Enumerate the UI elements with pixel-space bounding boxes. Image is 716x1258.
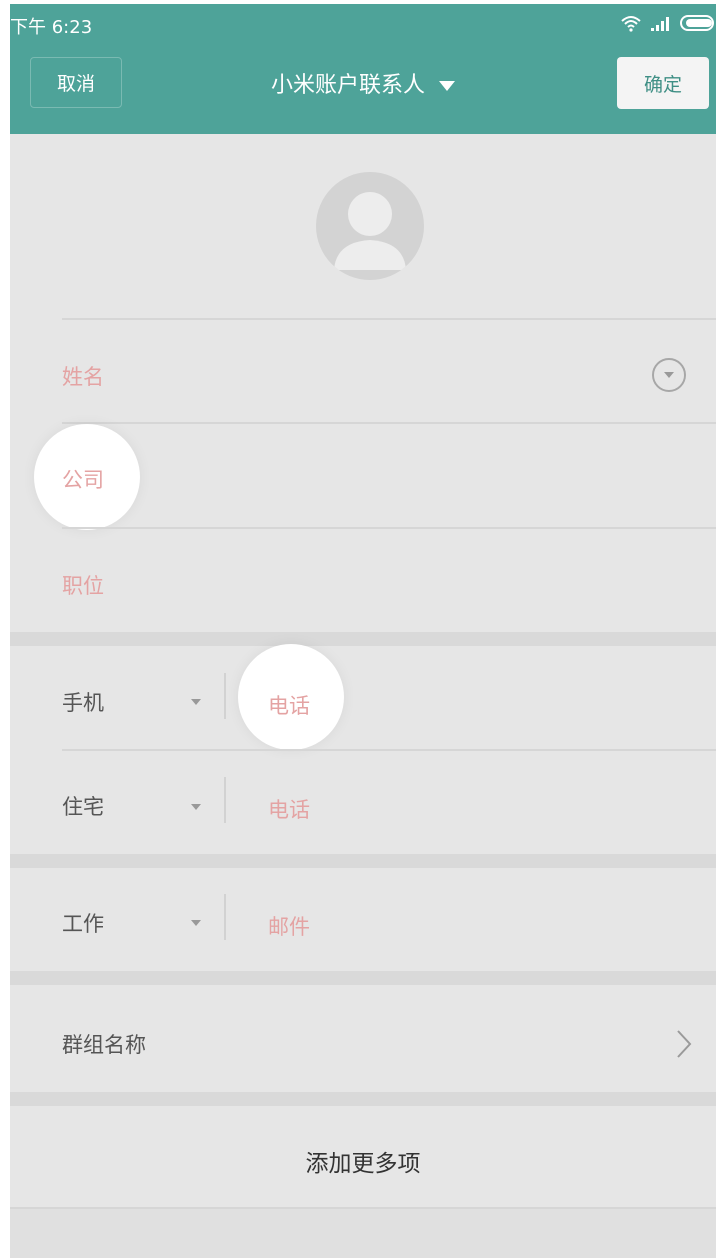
vertical-separator <box>224 894 226 940</box>
signal-icon <box>650 14 672 36</box>
status-time: 下午 6:23 <box>10 17 93 38</box>
divider <box>62 422 716 424</box>
section-gap <box>10 971 716 985</box>
company-field[interactable]: 公司 <box>62 464 104 494</box>
name-expand-button[interactable] <box>652 358 686 392</box>
name-field[interactable]: 姓名 <box>62 361 104 391</box>
battery-icon <box>680 14 716 36</box>
section-gap <box>10 632 716 646</box>
avatar-placeholder[interactable] <box>316 172 424 280</box>
confirm-button[interactable]: 确定 <box>617 57 709 109</box>
contact-editor-screen: 下午 6:23 取消 小米账户联系人 确定 姓名 公司 职位 手机 电话 住宅 … <box>10 4 716 1258</box>
section-gap <box>10 854 716 868</box>
chevron-right-icon <box>677 1030 692 1058</box>
chevron-down-icon <box>664 372 674 378</box>
bottom-band <box>10 1209 716 1258</box>
chevron-down-icon[interactable] <box>191 699 201 705</box>
page-title: 小米账户联系人 <box>270 73 425 98</box>
phone-type-select-1[interactable]: 手机 <box>62 687 104 717</box>
status-icons <box>620 14 716 36</box>
add-more-fields-button[interactable]: 添加更多项 <box>10 1144 716 1178</box>
divider <box>62 527 716 529</box>
chevron-down-icon[interactable] <box>191 804 201 810</box>
divider <box>62 318 716 320</box>
section-gap <box>10 1092 716 1106</box>
email-input[interactable]: 邮件 <box>268 911 310 941</box>
header-bar: 下午 6:23 取消 小米账户联系人 确定 <box>10 4 716 134</box>
email-type-select[interactable]: 工作 <box>62 908 104 938</box>
wifi-icon <box>620 14 642 36</box>
person-icon <box>334 192 406 270</box>
phone-input-2[interactable]: 电话 <box>268 794 310 824</box>
vertical-separator <box>224 673 226 719</box>
phone-input-1[interactable]: 电话 <box>268 690 310 720</box>
job-title-field[interactable]: 职位 <box>62 570 104 600</box>
caret-down-icon <box>439 81 455 91</box>
chevron-down-icon[interactable] <box>191 920 201 926</box>
vertical-separator <box>224 777 226 823</box>
account-selector[interactable]: 小米账户联系人 <box>10 67 716 99</box>
group-label: 群组名称 <box>62 1033 146 1057</box>
phone-type-select-2[interactable]: 住宅 <box>62 791 104 821</box>
divider <box>62 749 716 751</box>
